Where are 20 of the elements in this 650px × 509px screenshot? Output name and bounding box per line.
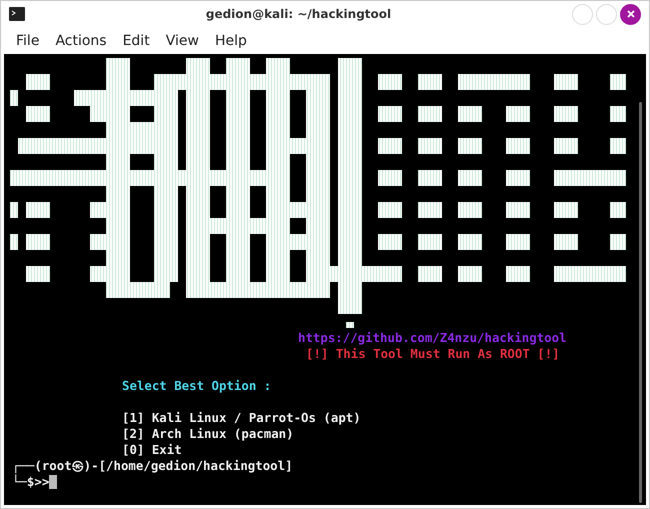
url-link[interactable]: https://github.com/Z4nzu/hackingtool — [298, 330, 567, 346]
menu-item[interactable]: Edit — [114, 32, 158, 48]
text-cursor — [49, 475, 58, 489]
prompt-line[interactable]: └─$>> — [12, 474, 50, 490]
menu-item[interactable]: File — [8, 32, 48, 48]
close-button[interactable] — [620, 4, 641, 24]
terminal-icon — [9, 7, 25, 21]
menu-item[interactable]: Help — [206, 32, 255, 48]
minimize-button[interactable] — [572, 4, 593, 24]
warning-text: [!] This Tool Must Run As ROOT [!] — [306, 346, 560, 362]
option-text: [0] Exit — [122, 442, 182, 458]
window-title: gedion@kali: ~/hackingtool — [204, 7, 392, 21]
scrollbar[interactable] — [639, 102, 642, 503]
menu-item[interactable]: View — [158, 32, 207, 48]
menu-heading: Select Best Option : — [122, 378, 272, 394]
prompt-path: ┌──(root㉿)-[/home/gedion/hackingtool] — [12, 458, 293, 474]
option-text: [1] Kali Linux / Parrot-Os (apt) — [122, 410, 361, 426]
option-text: [2] Arch Linux (pacman) — [122, 426, 294, 442]
close-icon — [626, 9, 636, 19]
menu-item[interactable]: Actions — [47, 32, 115, 48]
